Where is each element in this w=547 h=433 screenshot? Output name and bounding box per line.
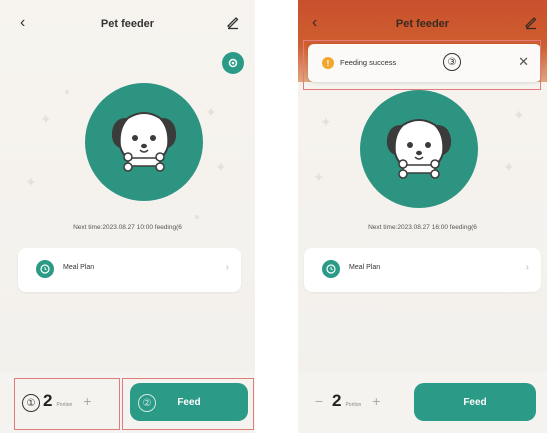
sparkle-decoration: ✦ <box>40 111 52 127</box>
phone-screen-left: ‹ Pet feeder ✦ ✦ ✦ ✦ Next time:2023.08.2… <box>0 0 255 433</box>
meal-plan-label: Meal Plan <box>349 264 381 271</box>
dot-decoration <box>65 90 69 94</box>
sparkle-decoration: ✦ <box>205 104 217 120</box>
pet-avatar <box>360 90 478 208</box>
clock-icon <box>322 260 340 278</box>
edit-icon[interactable] <box>225 14 241 30</box>
chevron-right-icon: › <box>225 262 229 273</box>
meal-plan-card[interactable]: Meal Plan › <box>304 248 541 292</box>
bottom-bar: − 2 Portion + Feed <box>298 371 547 433</box>
sparkle-decoration: ✦ <box>503 159 515 175</box>
portion-stepper[interactable]: − 2 Portion + <box>312 391 383 411</box>
settings-button[interactable] <box>222 52 244 74</box>
dog-face-icon <box>111 112 177 172</box>
header: ‹ Pet feeder <box>0 0 255 50</box>
next-feeding-time: Next time:2023.08.27 16:00 feeding(6 <box>368 224 477 231</box>
phone-screen-right: ‹ Pet feeder ! Feeding success ✕ ③ ✦ ✦ ✦… <box>298 0 547 433</box>
callout-3: ③ <box>443 53 461 71</box>
callout-1: ① <box>22 394 40 412</box>
sparkle-decoration: ✦ <box>25 174 37 190</box>
sparkle-decoration: ✦ <box>513 107 525 123</box>
feed-button[interactable]: Feed <box>414 383 536 421</box>
minus-button[interactable]: − <box>312 393 326 409</box>
dot-decoration <box>195 215 199 219</box>
sparkle-decoration: ✦ <box>313 169 325 185</box>
portion-count: 2 <box>332 391 342 410</box>
plus-button[interactable]: + <box>369 393 383 409</box>
sparkle-decoration: ✦ <box>320 114 332 130</box>
meal-plan-card[interactable]: Meal Plan › <box>18 248 241 292</box>
clock-icon <box>36 260 54 278</box>
page-title: Pet feeder <box>395 18 450 30</box>
gear-icon <box>228 58 238 68</box>
page-title: Pet feeder <box>100 18 155 30</box>
chevron-right-icon: › <box>525 262 529 273</box>
toast-highlight <box>303 40 541 90</box>
meal-plan-label: Meal Plan <box>63 264 95 271</box>
edit-icon[interactable] <box>523 14 539 30</box>
portion-unit: Portion <box>345 402 362 408</box>
callout-2: ② <box>138 394 156 412</box>
next-feeding-time: Next time:2023.08.27 10:00 feeding(6 <box>73 224 182 231</box>
tutorial-stage: ‹ Pet feeder ✦ ✦ ✦ ✦ Next time:2023.08.2… <box>0 0 547 433</box>
pet-avatar <box>85 83 203 201</box>
dog-face-icon <box>386 119 452 179</box>
feed-button-label: Feed <box>463 396 487 408</box>
sparkle-decoration: ✦ <box>215 159 227 175</box>
